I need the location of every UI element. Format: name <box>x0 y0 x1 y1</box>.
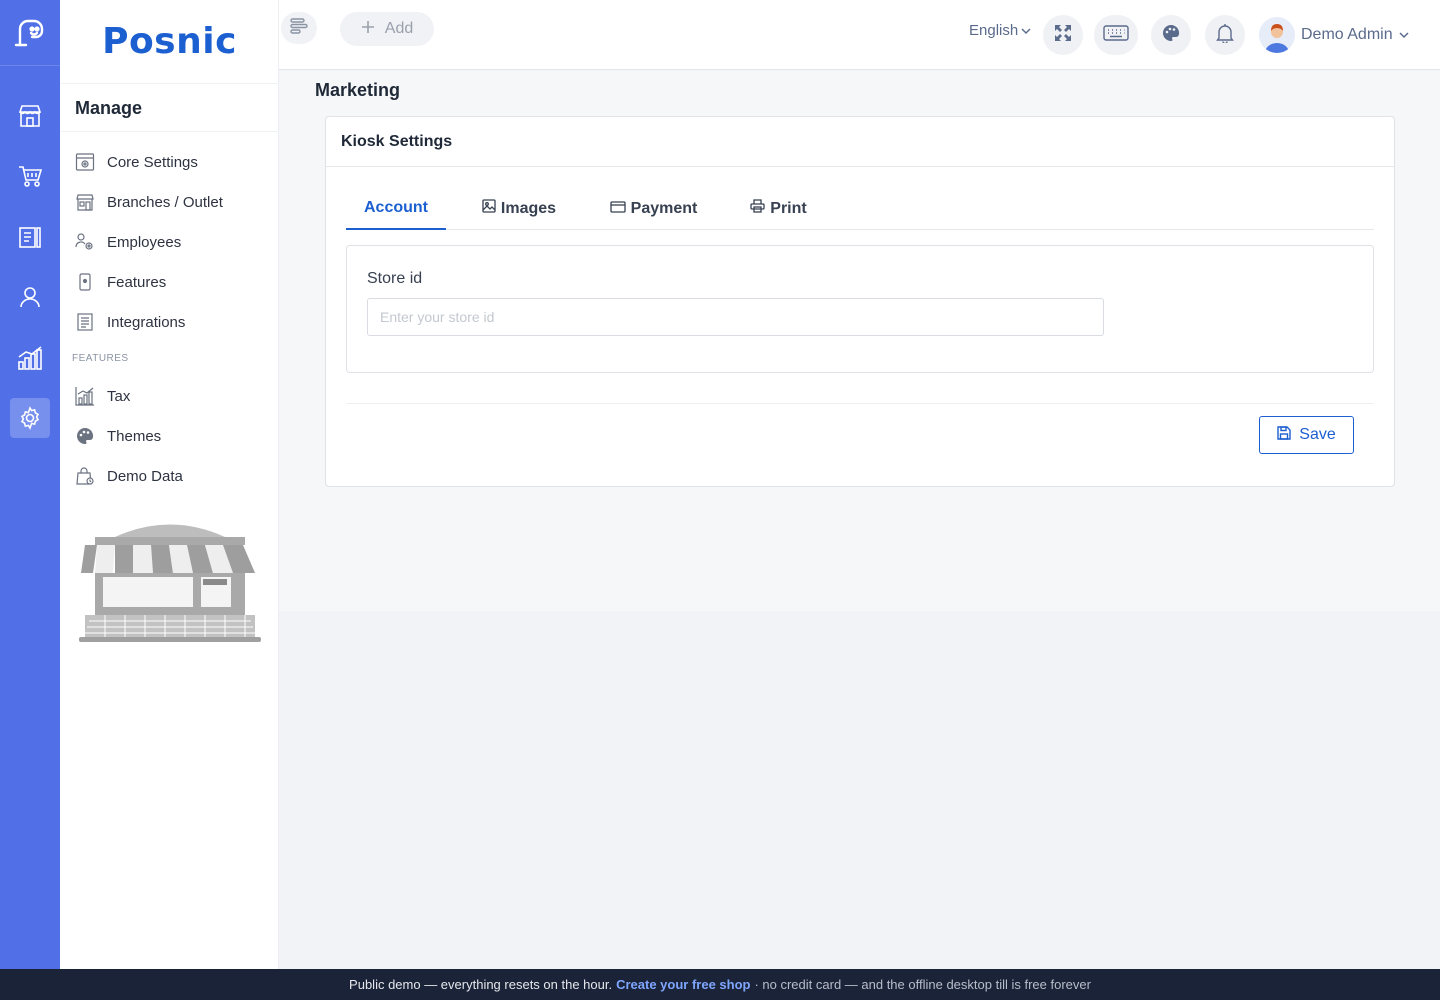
language-selector[interactable]: English <box>969 22 1031 39</box>
align-left-icon <box>290 17 308 39</box>
fullscreen-button[interactable] <box>1043 15 1083 55</box>
palette-icon <box>1162 24 1180 47</box>
keyboard-shortcuts-button[interactable] <box>1094 15 1138 55</box>
tab-payment[interactable]: Payment <box>596 187 711 230</box>
printer-icon <box>750 199 765 218</box>
icon-rail <box>0 0 60 969</box>
tab-label: Payment <box>630 199 698 217</box>
settings-panel-icon <box>75 152 95 172</box>
store-id-label: Store id <box>367 270 423 287</box>
plus-icon <box>361 20 375 39</box>
sidebar-item-tax[interactable]: Tax <box>75 384 130 408</box>
sidebar-item-label: Tax <box>107 387 131 405</box>
tab-label: Print <box>770 199 807 217</box>
add-button[interactable]: Add <box>340 12 434 46</box>
sidebar-item-core-settings[interactable]: Core Settings <box>75 150 198 174</box>
credit-card-icon <box>609 200 626 218</box>
account-form-panel: Store id <box>346 245 1374 373</box>
users-gear-icon <box>75 232 95 252</box>
mobile-icon <box>75 272 95 292</box>
building-icon <box>75 192 95 212</box>
user-icon[interactable] <box>10 277 50 317</box>
save-button-label: Save <box>1299 426 1336 443</box>
chevron-down-icon <box>1021 22 1031 39</box>
list-doc-icon <box>75 312 95 332</box>
tab-label: Images <box>500 199 557 217</box>
sidebar-item-label: Features <box>107 273 167 291</box>
palette-icon <box>75 426 95 446</box>
gear-icon[interactable] <box>10 398 50 438</box>
tab-label: Account <box>364 198 428 216</box>
divider <box>346 403 1374 404</box>
sidebar-item-label: Employees <box>107 233 182 251</box>
sidebar-item-branches[interactable]: Branches / Outlet <box>75 190 223 214</box>
chart-icon <box>75 386 95 406</box>
notifications-button[interactable] <box>1205 15 1245 55</box>
sidebar-item-label: Demo Data <box>107 467 183 485</box>
menu-toggle-button[interactable] <box>281 12 317 44</box>
app-logo-icon[interactable] <box>0 0 60 66</box>
floppy-disk-icon <box>1277 425 1291 445</box>
bar-chart-icon[interactable] <box>10 338 50 378</box>
sidebar-item-features[interactable]: Features <box>75 270 166 294</box>
language-label: English <box>969 22 1019 39</box>
sidebar-item-themes[interactable]: Themes <box>75 424 161 448</box>
theme-button[interactable] <box>1151 15 1191 55</box>
save-button[interactable]: Save <box>1259 416 1354 454</box>
sidebar-heading: Manage <box>75 98 143 118</box>
tab-images[interactable]: Images <box>464 187 574 230</box>
image-icon <box>482 199 496 218</box>
top-bar: Add English Demo Admin <box>279 0 1440 70</box>
card-title: Kiosk Settings <box>326 117 1394 167</box>
page-title: Marketing <box>315 80 401 100</box>
settings-tabs: Account Images Payment Print <box>346 187 1374 230</box>
sidebar-item-label: Integrations <box>107 313 186 331</box>
demo-banner: Public demo — everything resets on the h… <box>0 969 1440 1000</box>
bell-icon <box>1216 23 1234 48</box>
chevron-down-icon <box>1399 26 1409 44</box>
sidebar-item-employees[interactable]: Employees <box>75 230 181 254</box>
fullscreen-icon <box>1053 23 1073 48</box>
features-section-label: FEATURES <box>72 353 129 364</box>
add-button-label: Add <box>384 20 414 37</box>
sidebar-item-label: Core Settings <box>107 153 198 171</box>
keyboard-icon <box>1103 24 1129 46</box>
banner-note: · no credit card — and the offline deskt… <box>754 977 1091 992</box>
divider <box>60 131 279 132</box>
tab-account[interactable]: Account <box>346 187 446 230</box>
clipboard-icon[interactable] <box>10 217 50 257</box>
settings-sidebar: Posnic Manage Core Settings Branches / O… <box>60 0 279 969</box>
sidebar-item-demo-data[interactable]: Demo Data <box>75 464 183 488</box>
shop-laptop-illustration <box>75 515 265 645</box>
brand-name: Posnic <box>102 21 237 62</box>
tab-print[interactable]: Print <box>736 187 821 230</box>
user-name: Demo Admin <box>1301 26 1393 43</box>
user-menu[interactable]: Demo Admin <box>1259 17 1409 53</box>
sidebar-item-label: Themes <box>107 427 162 445</box>
cart-icon[interactable] <box>10 156 50 196</box>
store-id-input[interactable] <box>367 298 1104 336</box>
bag-icon <box>75 466 95 486</box>
kiosk-settings-card: Kiosk Settings Account Images Payment Pr… <box>325 116 1395 487</box>
create-shop-link[interactable]: Create your free shop <box>616 977 750 992</box>
avatar <box>1259 17 1295 53</box>
sidebar-item-label: Branches / Outlet <box>107 193 223 211</box>
sidebar-item-integrations[interactable]: Integrations <box>75 310 185 334</box>
store-icon[interactable] <box>10 96 50 136</box>
brand-logo[interactable]: Posnic <box>60 0 279 84</box>
banner-text: Public demo — everything resets on the h… <box>349 977 613 992</box>
